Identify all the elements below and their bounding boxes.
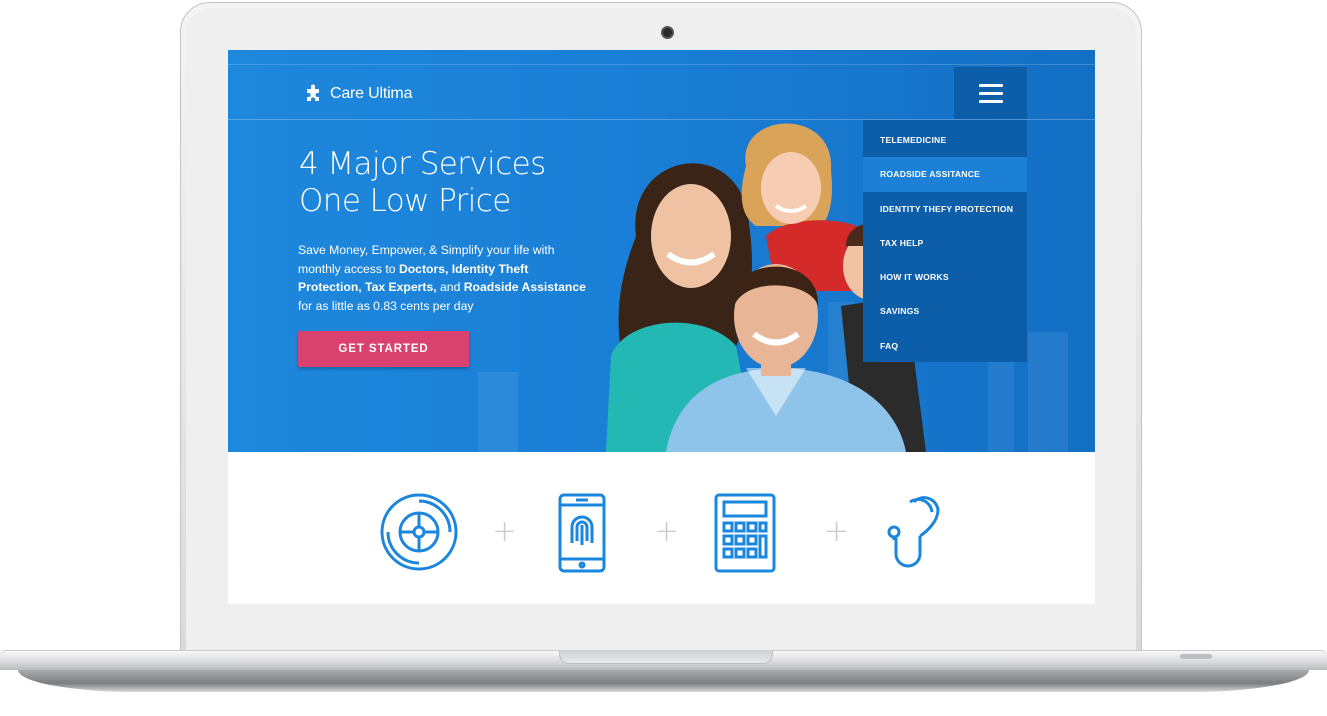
headline-line-2: One Low Price [299, 183, 511, 219]
puzzle-piece-icon [307, 84, 319, 101]
laptop-base-shadow [18, 670, 1309, 692]
laptop-notch [559, 650, 773, 664]
intro-highlight: Roadside Assistance [463, 280, 586, 294]
webcam-icon [661, 26, 674, 39]
get-started-button[interactable]: GET STARTED [298, 331, 469, 367]
nav-item-tax-help[interactable]: TAX HELP [863, 226, 1027, 260]
stethoscope-icon[interactable] [884, 492, 942, 572]
tire-wheel-icon[interactable] [379, 492, 459, 572]
divider [228, 64, 1095, 65]
brand-name: Care Ultima [330, 85, 413, 102]
hamburger-menu-icon[interactable] [954, 67, 1027, 119]
headline-line-1: 4 Major Services [299, 146, 546, 182]
nav-item-how-it-works[interactable]: HOW IT WORKS [863, 260, 1027, 294]
dropdown-nav-menu: TELEMEDICINE ROADSIDE ASSITANCE IDENTITY… [863, 120, 1027, 362]
plus-separator: + [654, 514, 680, 549]
brand-logo[interactable]: Care Ultima [304, 84, 412, 104]
nav-item-identity-theft-protection[interactable]: IDENTITY THEFY PROTECTION [863, 192, 1027, 226]
skyline-decor [478, 372, 518, 452]
menu-bar [978, 99, 1003, 103]
nav-item-savings[interactable]: SAVINGS [863, 294, 1027, 328]
page-title: 4 Major Services One Low Price [299, 146, 629, 220]
intro-text: and [436, 280, 464, 294]
plus-separator: + [824, 514, 850, 549]
menu-bar [978, 91, 1003, 95]
nav-item-telemedicine[interactable]: TELEMEDICINE [863, 123, 1027, 157]
services-icons-row: + + + [228, 452, 1095, 604]
skyline-decor [1028, 332, 1068, 452]
hero-section: Care Ultima 4 Major Services One Low Pri… [228, 50, 1095, 452]
website-screen: Care Ultima 4 Major Services One Low Pri… [228, 50, 1095, 604]
nav-item-faq[interactable]: FAQ [863, 329, 1027, 363]
intro-text: for as little as 0.83 cents per day [298, 298, 474, 313]
phone-fingerprint-icon[interactable] [558, 493, 606, 573]
menu-bar [978, 83, 1003, 87]
hero-description: Save Money, Empower, & Simplify your lif… [298, 241, 588, 315]
plus-separator: + [492, 514, 518, 549]
laptop-indicator [1180, 654, 1212, 659]
nav-item-roadside-assistance[interactable]: ROADSIDE ASSITANCE [863, 157, 1027, 192]
calculator-icon[interactable] [714, 493, 776, 573]
